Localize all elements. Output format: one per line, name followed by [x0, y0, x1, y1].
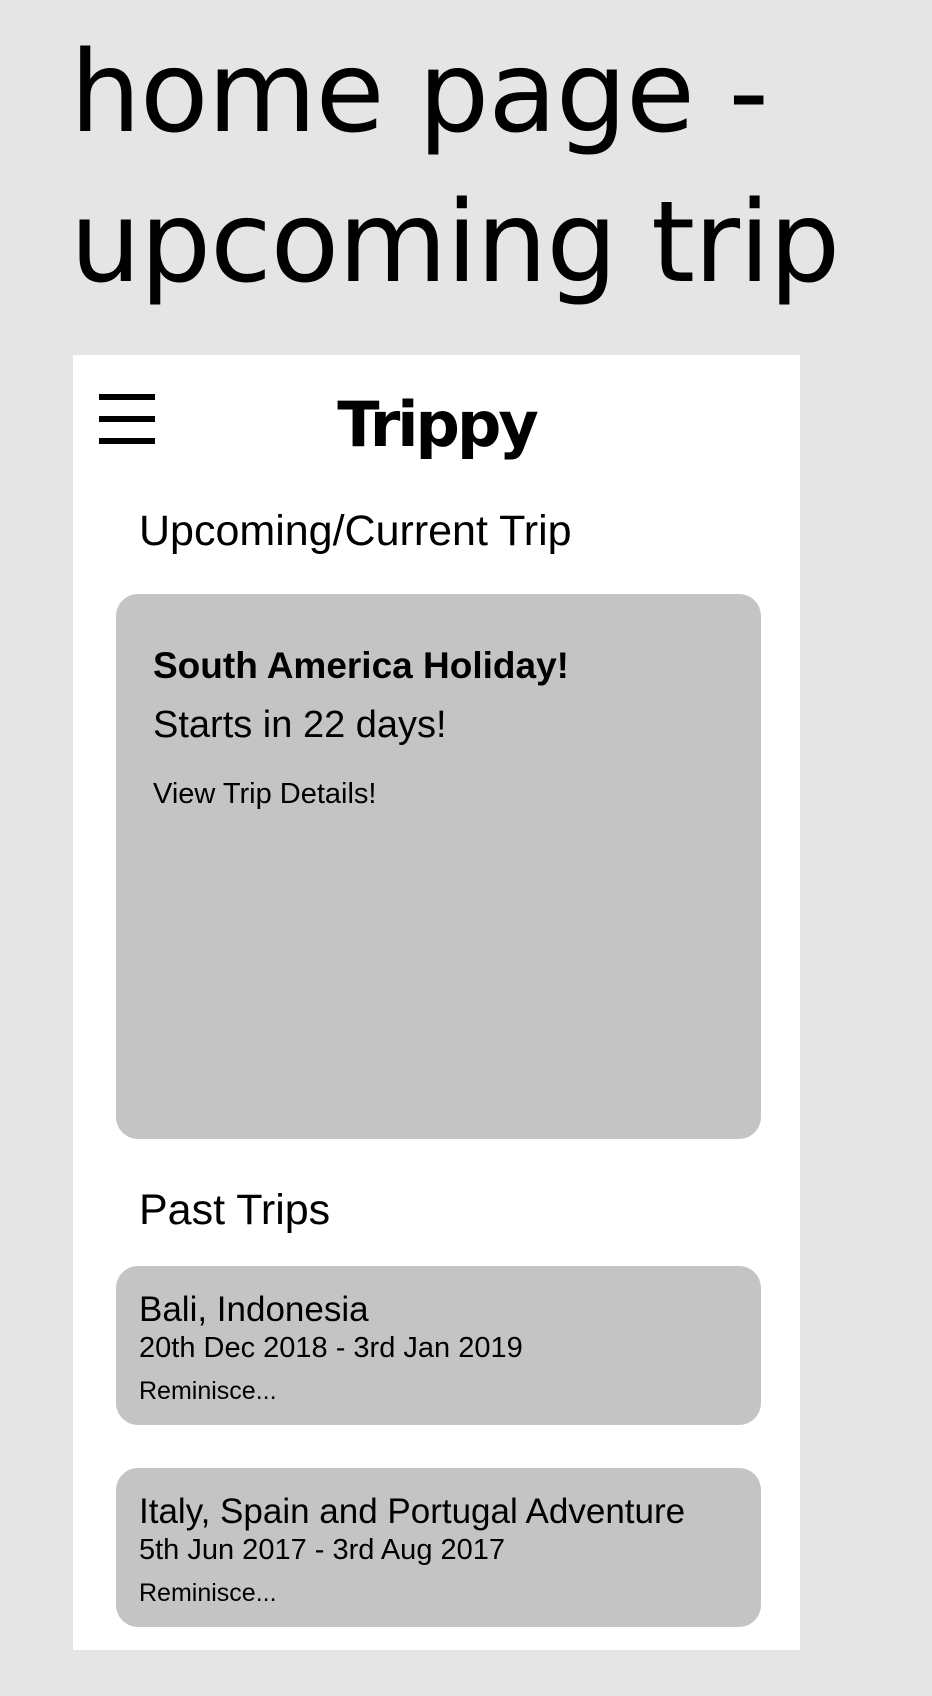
upcoming-trip-name: South America Holiday! [153, 645, 569, 686]
page-heading-line-1: home page - [70, 28, 769, 158]
past-trip-dates: 5th Jun 2017 - 3rd Aug 2017 [139, 1534, 506, 1566]
past-trip-card[interactable]: Italy, Spain and Portugal Adventure 5th … [116, 1468, 761, 1627]
past-trip-card[interactable]: Bali, Indonesia 20th Dec 2018 - 3rd Jan … [116, 1266, 761, 1425]
past-trip-name: Bali, Indonesia [139, 1290, 369, 1329]
past-trips-section-title: Past Trips [139, 1186, 331, 1234]
app-screen: Trippy Upcoming/Current Trip South Ameri… [73, 355, 800, 1650]
past-trip-dates: 20th Dec 2018 - 3rd Jan 2019 [139, 1332, 523, 1364]
app-logo: Trippy [337, 388, 539, 461]
reminisce-link[interactable]: Reminisce... [139, 1376, 277, 1406]
view-trip-details-link[interactable]: View Trip Details! [153, 776, 377, 812]
page-heading: home page - upcoming trip [70, 18, 890, 318]
reminisce-link[interactable]: Reminisce... [139, 1578, 277, 1608]
upcoming-trip-countdown: Starts in 22 days! [153, 704, 447, 746]
past-trip-name: Italy, Spain and Portugal Adventure [139, 1492, 686, 1531]
upcoming-trip-card[interactable]: South America Holiday! Starts in 22 days… [116, 594, 761, 1139]
upcoming-section-title: Upcoming/Current Trip [139, 507, 572, 555]
page-heading-line-2: upcoming trip [70, 178, 840, 308]
